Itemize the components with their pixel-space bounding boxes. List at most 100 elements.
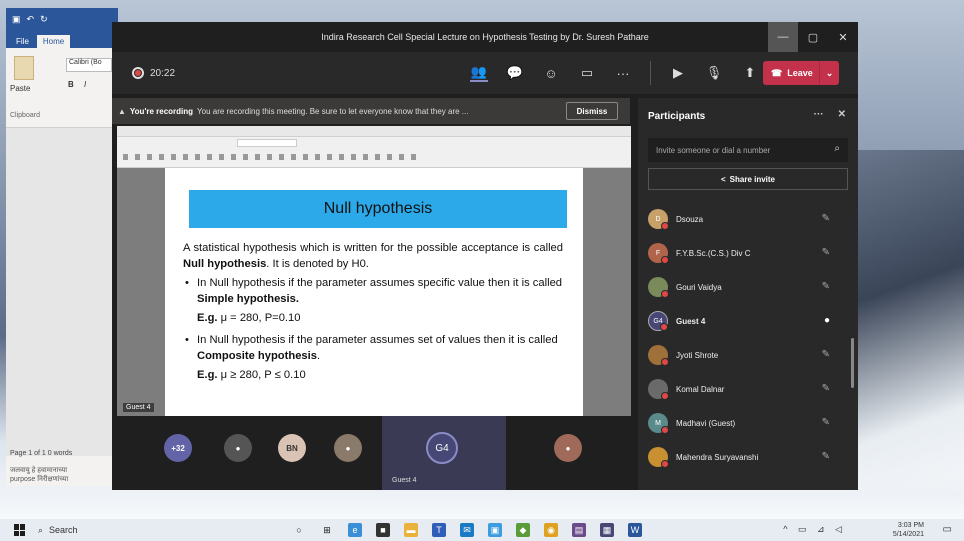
camera-off-icon[interactable]: ▶ xyxy=(669,64,687,82)
task-view-icon[interactable]: ⊞ xyxy=(320,523,334,537)
participant-row[interactable]: M Madhavi (Guest) ✎ xyxy=(638,406,848,440)
slide-bullet: In Null hypothesis if the parameter assu… xyxy=(183,275,563,307)
teams-icon[interactable]: ▦ xyxy=(600,523,614,537)
system-tray-icons[interactable]: ^ ▭ ⊿ ◁ xyxy=(783,524,846,535)
file-explorer-icon[interactable]: ▬ xyxy=(404,523,418,537)
invite-input[interactable]: Invite someone or dial a number ⌕ xyxy=(648,138,848,162)
mail-icon[interactable]: ✉ xyxy=(460,523,474,537)
search-icon[interactable]: ⌕ xyxy=(834,143,840,154)
tile-label: Guest 4 xyxy=(392,477,417,484)
more-options-icon[interactable]: ··· xyxy=(814,109,824,120)
paste-icon[interactable] xyxy=(14,56,34,80)
bullet-text: In Null hypothesis if the parameter assu… xyxy=(197,277,563,289)
word-line: जलवायु हे हवामानाच्या xyxy=(10,467,68,474)
edge-icon[interactable]: e xyxy=(348,523,362,537)
participant-row[interactable]: Gouri Vaidya ✎ xyxy=(638,270,848,304)
maximize-icon[interactable]: ▢ xyxy=(798,22,828,52)
shared-screen[interactable]: Null hypothesis A statistical hypothesis… xyxy=(117,126,631,416)
more-participants-button[interactable]: +32 xyxy=(164,434,192,462)
clock[interactable]: 3:03 PM 5/14/2021 xyxy=(893,521,924,539)
banner-title: You're recording xyxy=(129,106,194,116)
participant-name: Mahendra Suryavanshi xyxy=(676,452,759,462)
chat-icon[interactable]: 💬 xyxy=(506,64,524,82)
italic-button[interactable]: I xyxy=(84,80,86,89)
active-speaker-tile[interactable]: G4 Guest 4 xyxy=(382,416,506,490)
redo-icon[interactable]: ↻ xyxy=(40,14,48,25)
participant-name: Komal Dalnar xyxy=(676,384,725,394)
photos-icon[interactable]: ▣ xyxy=(488,523,502,537)
participant-row[interactable]: Mahendra Suryavanshi ✎ xyxy=(638,440,848,474)
avatar[interactable]: ● xyxy=(334,434,362,462)
share-invite-button[interactable]: < Share invite xyxy=(648,168,848,190)
participant-row[interactable]: D Dsouza ✎ xyxy=(638,202,848,236)
participant-row[interactable]: F F.Y.B.Sc.(C.S.) Div C ✎ xyxy=(638,236,848,270)
participant-name: Madhavi (Guest) xyxy=(676,418,736,428)
rooms-icon[interactable]: ▭ xyxy=(578,64,596,82)
teams-meeting-window[interactable]: Indira Research Cell Special Lecture on … xyxy=(112,22,858,490)
teams-taskbar-icon[interactable]: T xyxy=(432,523,446,537)
word-icon[interactable]: W xyxy=(628,523,642,537)
reactions-icon[interactable]: ☺ xyxy=(542,64,560,82)
mic-muted-icon: ✎ xyxy=(821,383,830,394)
save-icon[interactable]: ▣ xyxy=(12,14,21,25)
windows-start-icon[interactable] xyxy=(14,524,26,536)
mic-muted-icon: ✎ xyxy=(821,451,830,462)
search-label: Search xyxy=(49,525,78,535)
avatar-bn[interactable]: BN xyxy=(278,434,306,462)
cortana-icon[interactable]: ○ xyxy=(292,523,306,537)
leave-button[interactable]: ☎ Leave ⌄ xyxy=(763,61,839,85)
close-panel-icon[interactable]: ✕ xyxy=(838,109,846,120)
tab-file[interactable]: File xyxy=(10,35,35,48)
panel-title: Participants xyxy=(648,110,706,122)
bullet-bold: Simple hypothesis. xyxy=(197,293,299,305)
word-window[interactable]: ▣ ↶ ↻ File Home Paste Calibri (Bo B I Cl… xyxy=(6,8,118,486)
panel-actions: ··· ✕ xyxy=(814,109,846,120)
meeting-titlebar: Indira Research Cell Special Lecture on … xyxy=(112,22,858,52)
store-icon[interactable]: ■ xyxy=(376,523,390,537)
chevron-down-icon[interactable]: ⌄ xyxy=(819,61,839,85)
participant-name: F.Y.B.Sc.(C.S.) Div C xyxy=(676,248,751,258)
font-name-box[interactable]: Calibri (Bo xyxy=(66,58,112,72)
recording-icon xyxy=(132,67,144,79)
paste-label[interactable]: Paste xyxy=(10,84,30,93)
toolbar-divider xyxy=(650,61,651,85)
tab-home[interactable]: Home xyxy=(36,35,71,48)
participants-icon[interactable]: 👥 xyxy=(470,64,488,82)
word-ribbon-tabs: File Home xyxy=(6,30,118,48)
taskbar-search[interactable]: ⌕ Search xyxy=(38,525,238,536)
presenter-label: Guest 4 xyxy=(123,403,154,412)
share-screen-icon[interactable]: ⬆ xyxy=(741,64,759,82)
close-icon[interactable]: ✕ xyxy=(828,22,858,52)
more-actions-icon[interactable]: ··· xyxy=(614,64,632,82)
bold-button[interactable]: B xyxy=(68,80,74,89)
invite-placeholder: Invite someone or dial a number xyxy=(656,145,771,155)
chrome-icon[interactable]: ◉ xyxy=(544,523,558,537)
toolbar-buttons: 👥 💬 ☺ ▭ ··· ▶ 🎙 ⬆ xyxy=(470,52,759,94)
mic-muted-icon: ✎ xyxy=(821,213,830,224)
clock-time: 3:03 PM xyxy=(897,522,924,529)
app-icon[interactable]: ▤ xyxy=(572,523,586,537)
mic-muted-icon: ✎ xyxy=(821,349,830,360)
mic-muted-icon: ✎ xyxy=(821,281,830,292)
notifications-icon[interactable]: ▭ xyxy=(943,524,952,535)
avatar[interactable]: ● xyxy=(554,434,582,462)
participant-row[interactable]: Komal Dalnar ✎ xyxy=(638,372,848,406)
mic-muted-icon: ✎ xyxy=(821,417,830,428)
dismiss-button[interactable]: Dismiss xyxy=(566,102,618,120)
avatar[interactable]: ● xyxy=(224,434,252,462)
panel-scrollbar[interactable] xyxy=(851,338,854,388)
mic-off-icon[interactable]: 🎙 xyxy=(705,64,723,82)
pdf-margin-left xyxy=(117,168,165,416)
clipboard-label: Clipboard xyxy=(10,112,40,119)
minimize-icon[interactable]: — xyxy=(768,22,798,52)
minecraft-icon[interactable]: ◆ xyxy=(516,523,530,537)
undo-icon[interactable]: ↶ xyxy=(27,14,35,25)
participant-row[interactable]: G4 Guest 4 ● xyxy=(638,304,848,338)
participant-row[interactable]: Jyoti Shrote ✎ xyxy=(638,338,848,372)
slide-intro: A statistical hypothesis which is writte… xyxy=(183,240,563,272)
word-document-area[interactable] xyxy=(6,128,118,456)
phone-icon: ☎ xyxy=(771,67,783,78)
participant-list: D Dsouza ✎ F F.Y.B.Sc.(C.S.) Div C ✎ Gouri V… xyxy=(638,202,848,474)
avatar: M xyxy=(648,413,669,434)
pdf-tab-strip xyxy=(117,126,631,137)
